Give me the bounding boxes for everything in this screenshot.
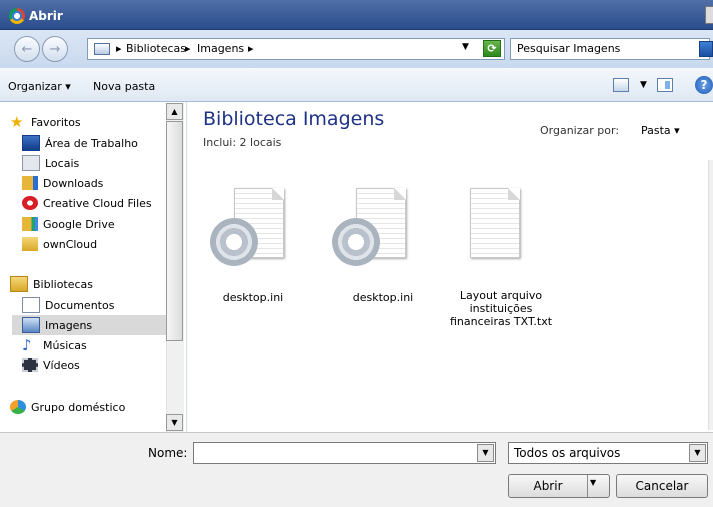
- file-name-label: Nome:: [148, 446, 188, 460]
- file-item[interactable]: [332, 188, 418, 276]
- file-name-history-dropdown[interactable]: ▼: [477, 444, 494, 462]
- file-type-selected-value: Todos os arquivos: [514, 446, 621, 460]
- organize-button[interactable]: Organizar ▾: [8, 80, 71, 93]
- file-name[interactable]: desktop.ini: [340, 291, 426, 304]
- close-button[interactable]: [705, 6, 713, 24]
- pictures-library-icon: [94, 43, 110, 55]
- creative-cloud-icon: [22, 196, 38, 210]
- scroll-up-arrow-icon[interactable]: ▲: [166, 103, 183, 120]
- page-title: Biblioteca Imagens: [203, 108, 385, 130]
- nav-libraries[interactable]: Bibliotecas: [10, 274, 180, 294]
- chrome-app-icon: [9, 8, 25, 24]
- search-icon[interactable]: [699, 41, 713, 57]
- videos-library-icon: [22, 358, 38, 372]
- pictures-library-icon: [22, 317, 40, 333]
- breadcrumb-imagens[interactable]: Imagens: [197, 42, 244, 55]
- settings-gear-icon: [332, 218, 380, 266]
- search-placeholder: Pesquisar Imagens: [517, 42, 621, 55]
- file-item[interactable]: [446, 188, 532, 276]
- file-item[interactable]: [210, 188, 296, 276]
- breadcrumb-bibliotecas[interactable]: Bibliotecas: [126, 42, 186, 55]
- arrange-by-label: Organizar por:: [540, 124, 620, 137]
- change-view-icon[interactable]: [613, 78, 629, 92]
- file-name-line: Layout arquivo: [459, 289, 543, 302]
- music-library-icon: ♪: [22, 336, 32, 354]
- forward-arrow-icon: →: [49, 41, 61, 57]
- nav-libraries-label: Bibliotecas: [33, 277, 94, 291]
- nav-item-documentos[interactable]: Documentos: [16, 295, 186, 315]
- nav-favorites-label: Favoritos: [31, 115, 81, 129]
- file-name-input[interactable]: [193, 442, 496, 464]
- homegroup-icon: [10, 400, 26, 414]
- file-name[interactable]: desktop.ini: [210, 291, 296, 304]
- view-options-dropdown[interactable]: ▼: [640, 80, 647, 90]
- arrange-by-dropdown[interactable]: Pasta ▾: [641, 124, 680, 137]
- forward-button[interactable]: →: [42, 36, 68, 62]
- nav-favorites[interactable]: ★ Favoritos: [10, 112, 180, 132]
- cancel-button[interactable]: Cancelar: [616, 474, 708, 498]
- address-history-dropdown[interactable]: ▼: [462, 42, 469, 52]
- split-divider: [587, 475, 588, 497]
- title-bar: [0, 0, 713, 30]
- nav-item-label: Locais: [45, 156, 80, 170]
- nav-homegroup-label: Grupo doméstico: [31, 400, 126, 414]
- google-drive-icon: [22, 217, 38, 231]
- window-title: Abrir: [29, 9, 63, 23]
- nav-item-imagens[interactable]: Imagens: [12, 315, 166, 335]
- nav-item-label: Imagens: [45, 318, 93, 332]
- nav-item-label: Documentos: [45, 298, 115, 312]
- file-name-line: instituições: [469, 302, 533, 315]
- file-type-dropdown-arrow[interactable]: ▼: [689, 444, 706, 462]
- downloads-folder-icon: [22, 176, 38, 190]
- breadcrumb-separator[interactable]: ▸: [248, 42, 254, 55]
- star-icon: ★: [10, 113, 24, 131]
- nav-item-label: Google Drive: [43, 217, 115, 231]
- file-name-line: financeiras TXT.txt: [449, 315, 553, 328]
- nav-item-label: Músicas: [43, 338, 87, 352]
- nav-item-label: Vídeos: [43, 358, 80, 372]
- owncloud-folder-icon: [22, 237, 38, 251]
- open-button-label: Abrir: [533, 479, 563, 493]
- file-name[interactable]: Layout arquivo instituições financeiras …: [446, 289, 556, 328]
- refresh-icon[interactable]: ⟳: [483, 40, 501, 57]
- breadcrumb-separator[interactable]: ▸: [116, 42, 122, 55]
- settings-gear-icon: [210, 218, 258, 266]
- recent-places-icon: [22, 155, 40, 171]
- nav-item-label: Área de Trabalho: [45, 136, 138, 150]
- back-button[interactable]: ←: [14, 36, 40, 62]
- documents-library-icon: [22, 297, 40, 313]
- library-locations-link[interactable]: Inclui: 2 locais: [203, 136, 281, 149]
- desktop-icon: [22, 135, 40, 151]
- libraries-icon: [10, 276, 28, 292]
- back-arrow-icon: ←: [21, 41, 33, 57]
- preview-pane-icon[interactable]: [657, 78, 673, 92]
- open-options-dropdown[interactable]: ▼: [590, 478, 596, 487]
- text-document-icon: [470, 188, 520, 258]
- nav-scrollbar-thumb[interactable]: [166, 121, 183, 341]
- nav-item-label: ownCloud: [43, 237, 98, 251]
- nav-item-label: Creative Cloud Files: [43, 196, 152, 210]
- scroll-down-arrow-icon[interactable]: ▼: [166, 414, 183, 431]
- help-icon[interactable]: ?: [695, 76, 713, 94]
- nav-item-label: Downloads: [43, 176, 104, 190]
- new-folder-button[interactable]: Nova pasta: [93, 80, 155, 93]
- content-scrollbar[interactable]: [708, 160, 713, 430]
- nav-homegroup[interactable]: Grupo doméstico: [10, 397, 180, 417]
- breadcrumb-separator[interactable]: ▸: [185, 42, 191, 55]
